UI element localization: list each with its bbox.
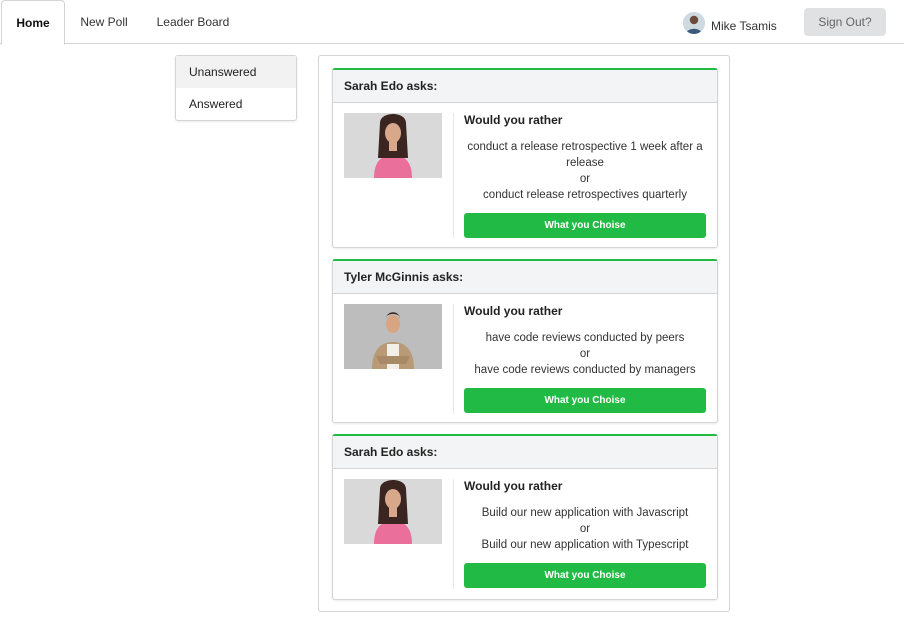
poll-card: Sarah Edo asks: Would you rather conduct… [332, 68, 718, 248]
filter-answered-label: Answered [189, 97, 243, 111]
author-photo [344, 304, 442, 369]
filter-answered[interactable]: Answered [176, 88, 296, 120]
woman-portrait-icon [344, 113, 442, 178]
view-poll-button[interactable]: What you Choise [464, 388, 706, 413]
woman-portrait-icon [344, 479, 442, 544]
poll-question: Would you rather have code reviews condu… [464, 304, 706, 378]
tab-leader-board[interactable]: Leader Board [148, 0, 238, 44]
or-separator: or [579, 173, 591, 185]
poll-options: Build our new application with Javascrip… [464, 505, 706, 553]
view-poll-button[interactable]: What you Choise [464, 563, 706, 588]
author-photo [344, 113, 442, 178]
user-name: Mike Tsamis [711, 19, 777, 33]
option-one-text: have code reviews conducted by peers [485, 332, 685, 344]
card-divider [453, 479, 454, 589]
sign-out-button[interactable]: Sign Out? [804, 8, 886, 36]
question-filter-menu: Unanswered Answered [175, 55, 297, 121]
poll-question: Would you rather conduct a release retro… [464, 113, 706, 203]
poll-author: Sarah Edo asks: [333, 70, 717, 103]
view-poll-button[interactable]: What you Choise [464, 213, 706, 238]
man-portrait-icon [344, 304, 442, 369]
poll-card: Tyler McGinnis asks: Would you rather ha… [332, 259, 718, 423]
poll-author: Sarah Edo asks: [333, 436, 717, 469]
user-avatar-icon [683, 12, 705, 34]
poll-question: Would you rather Build our new applicati… [464, 479, 706, 553]
filter-unanswered[interactable]: Unanswered [176, 56, 296, 88]
card-divider [453, 304, 454, 414]
author-photo [344, 479, 442, 544]
filter-unanswered-label: Unanswered [189, 65, 257, 79]
option-two-text: Build our new application with Typescrip… [481, 539, 689, 551]
top-navigation: Home New Poll Leader Board Mike Tsamis S… [0, 0, 904, 45]
avatar [683, 12, 705, 34]
option-two-text: have code reviews conducted by managers [474, 364, 696, 376]
would-you-rather-title: Would you rather [464, 304, 563, 318]
poll-author: Tyler McGinnis asks: [333, 261, 717, 294]
tab-home[interactable]: Home [1, 0, 65, 45]
or-separator: or [579, 523, 591, 535]
tab-new-poll[interactable]: New Poll [70, 0, 138, 44]
option-one-text: Build our new application with Javascrip… [481, 507, 689, 519]
polls-panel: Sarah Edo asks: Would you rather conduct… [318, 55, 730, 612]
tab-new-poll-label: New Poll [80, 15, 128, 29]
or-separator: or [579, 348, 591, 360]
would-you-rather-title: Would you rather [464, 113, 563, 127]
current-user: Mike Tsamis [683, 10, 777, 36]
would-you-rather-title: Would you rather [464, 479, 563, 493]
poll-card: Sarah Edo asks: Would you rather Build o… [332, 434, 718, 600]
card-divider [453, 113, 454, 238]
tab-leader-board-label: Leader Board [156, 15, 230, 29]
poll-options: conduct a release retrospective 1 week a… [464, 139, 706, 203]
option-two-text: conduct release retrospectives quarterly [483, 189, 687, 201]
tab-home-label: Home [16, 15, 50, 30]
poll-options: have code reviews conducted by peers or … [464, 330, 706, 378]
option-one-text: conduct a release retrospective 1 week a… [467, 141, 703, 169]
